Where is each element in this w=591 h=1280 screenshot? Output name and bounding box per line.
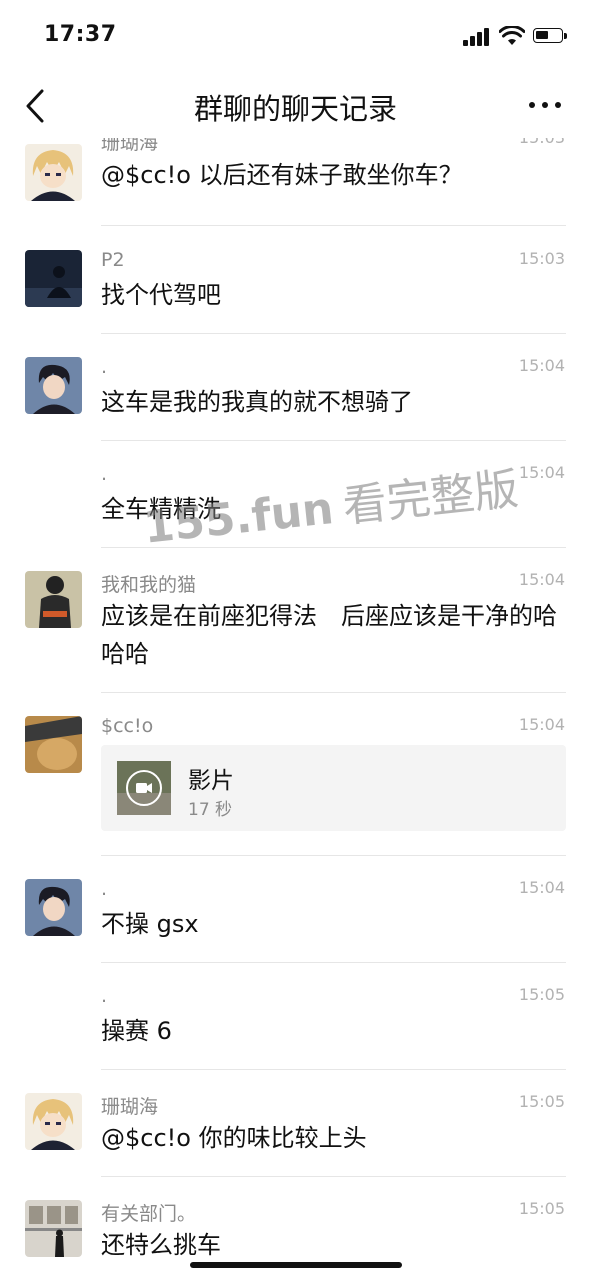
- battery-icon: [533, 28, 567, 43]
- chat-message: . 15:04 这车是我的我真的就不想骑了: [0, 334, 591, 441]
- sender-name: .: [101, 463, 108, 485]
- sender-name: P2: [101, 249, 125, 271]
- status-time: 17:37: [44, 22, 117, 47]
- message-list[interactable]: 珊瑚海 15:03 @$cc!o 以后还有妹子敢坐你车？ P2 15:03 找个…: [0, 138, 591, 1280]
- divider: [101, 225, 566, 226]
- message-text: 还特么挑车: [101, 1231, 221, 1259]
- message-time: 15:04: [518, 878, 565, 897]
- chat-message: 珊瑚海 15:03 @$cc!o 以后还有妹子敢坐你车？: [0, 138, 591, 226]
- message-time: 15:05: [518, 1199, 565, 1218]
- avatar[interactable]: [25, 144, 82, 201]
- status-icons: [463, 26, 567, 46]
- message-text: 这车是我的我真的就不想骑了: [101, 388, 413, 416]
- sender-name: 我和我的猫: [101, 574, 197, 596]
- message-text: @$cc!o 你的味比较上头: [101, 1124, 367, 1152]
- chat-message: P2 15:03 找个代驾吧: [0, 227, 591, 334]
- sender-name: 珊瑚海: [101, 1096, 159, 1118]
- message-time: 15:04: [518, 570, 565, 589]
- avatar[interactable]: [25, 1093, 82, 1150]
- chat-message: 珊瑚海 15:05 @$cc!o 你的味比较上头: [0, 1070, 591, 1177]
- avatar[interactable]: [25, 879, 82, 936]
- sender-name: 珊瑚海: [101, 138, 159, 154]
- message-time: 15:04: [518, 463, 565, 482]
- message-time: 15:05: [518, 1092, 565, 1111]
- sender-name: .: [101, 356, 108, 378]
- cellular-signal-icon: [463, 28, 491, 46]
- avatar[interactable]: [25, 357, 82, 414]
- nav-bar: 群聊的聊天记录: [0, 72, 591, 138]
- message-time: 15:04: [518, 715, 565, 734]
- status-bar: 17:37: [0, 0, 591, 72]
- avatar[interactable]: [25, 250, 82, 307]
- message-text: 操赛 6: [101, 1017, 172, 1045]
- sender-name: .: [101, 878, 108, 900]
- sender-name: .: [101, 985, 108, 1007]
- message-time: 15:05: [518, 985, 565, 1004]
- message-time: 15:03: [518, 249, 565, 268]
- message-time: 15:04: [518, 356, 565, 375]
- video-thumbnail: [117, 761, 171, 815]
- video-card[interactable]: 影片 17 秒: [101, 745, 566, 831]
- message-text: 找个代驾吧: [101, 281, 221, 309]
- more-options-icon[interactable]: [529, 94, 561, 114]
- avatar[interactable]: [25, 716, 82, 773]
- video-title: 影片: [188, 768, 234, 794]
- home-indicator[interactable]: [190, 1262, 402, 1268]
- wifi-icon: [499, 26, 525, 45]
- sender-name: $cc!o: [101, 715, 154, 737]
- message-text: 不操 gsx: [101, 910, 199, 938]
- chat-message: 我和我的猫 15:04 应该是在前座犯得法 后座应该是干净的哈哈哈: [0, 548, 591, 693]
- video-camera-icon: [126, 770, 162, 806]
- sender-name: 有关部门。: [101, 1203, 197, 1225]
- message-text: 应该是在前座犯得法 后座应该是干净的哈哈哈: [101, 602, 557, 668]
- page-title: 群聊的聊天记录: [193, 92, 397, 126]
- video-duration: 17 秒: [188, 800, 233, 820]
- chat-message: . 15:05 操赛 6: [0, 963, 591, 1070]
- message-time: 15:03: [519, 138, 565, 147]
- chat-message: . 15:04 不操 gsx: [0, 856, 591, 963]
- avatar[interactable]: [25, 571, 82, 628]
- chat-message: $cc!o 15:04 影片 17 秒: [0, 693, 591, 856]
- avatar[interactable]: [25, 1200, 82, 1257]
- message-text: @$cc!o 以后还有妹子敢坐你车？: [101, 161, 463, 189]
